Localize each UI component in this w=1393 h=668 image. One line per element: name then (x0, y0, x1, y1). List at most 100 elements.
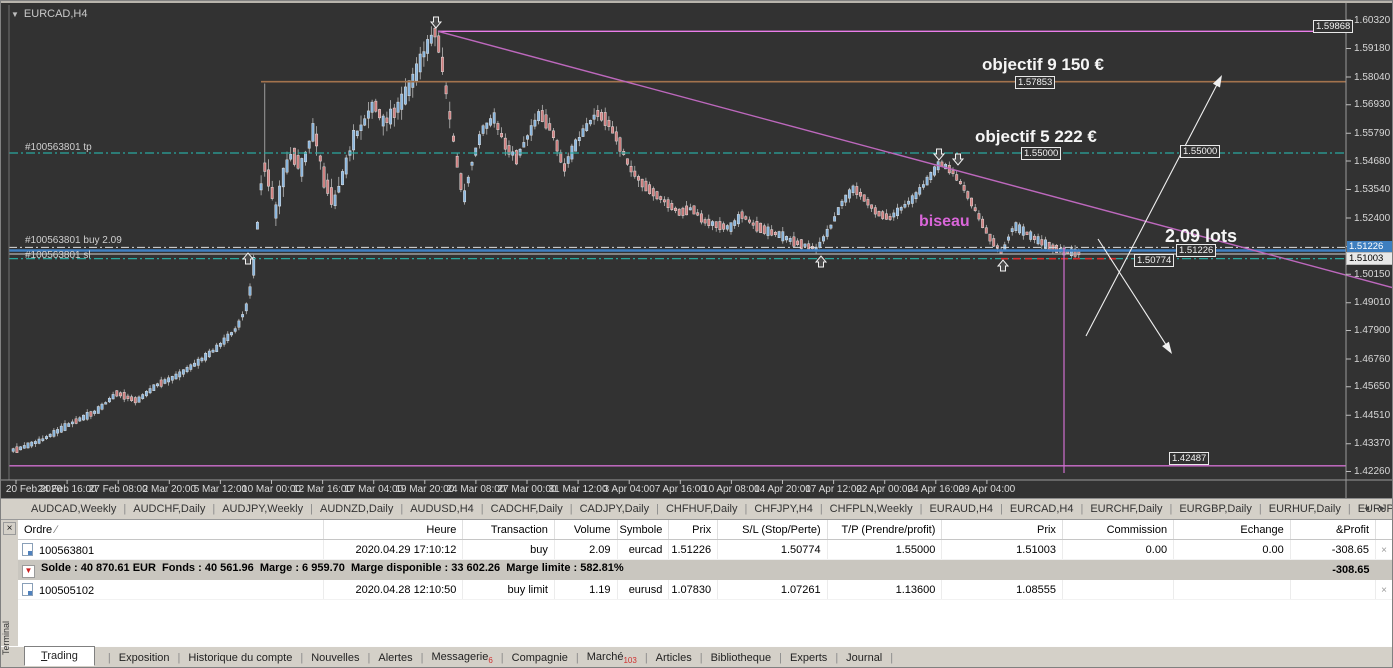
terminal-tab-nouvelles[interactable]: Nouvelles (311, 652, 359, 664)
time-tick-label: 27 Feb 08:00 (89, 484, 148, 495)
price-tick-label: 1.43370 (1354, 438, 1390, 449)
price-tick-label: 1.49010 (1354, 297, 1390, 308)
up-arrow-marker (243, 253, 253, 264)
close-order-icon[interactable]: × (1381, 585, 1387, 596)
tab-separator: | (400, 503, 403, 515)
tab-separator: | (779, 652, 782, 664)
symbol-tabs-scroll-arrows[interactable]: ◂ ▸ (1364, 503, 1389, 514)
price-tick-label: 1.47900 (1354, 325, 1390, 336)
time-tick-label: 17 Mar 04:00 (344, 484, 403, 495)
column-header[interactable]: Transaction (463, 520, 554, 540)
column-header[interactable]: &Profit (1290, 520, 1375, 540)
column-header[interactable]: T/P (Prendre/profit) (827, 520, 942, 540)
column-header[interactable]: Echange (1174, 520, 1291, 540)
level-label-bottom: 1.42487 (1169, 452, 1209, 465)
axis-marker-current-price: 1.51003 (1346, 252, 1393, 265)
tab-separator: | (421, 652, 424, 664)
time-tick-label: 24 Feb 16:00 (38, 484, 97, 495)
symbol-tab-chfhuf-daily[interactable]: CHFHUF,Daily (666, 503, 738, 515)
down-arrow-marker (934, 149, 944, 160)
terminal-tab-bibliotheque[interactable]: Bibliotheque (711, 652, 772, 664)
terminal-tab-articles[interactable]: Articles (656, 652, 692, 664)
column-header[interactable]: Commission (1062, 520, 1173, 540)
tab-separator: | (300, 652, 303, 664)
up-arrow-marker (816, 256, 826, 267)
price-tick-label: 1.56930 (1354, 99, 1390, 110)
symbol-tab-eurcad-h4[interactable]: EURCAD,H4 (1010, 503, 1074, 515)
terminal-tab-historique-du-compte[interactable]: Historique du compte (188, 652, 292, 664)
terminal-panel: Ordre ∕HeureTransactionVolumeSymbolePrix… (1, 519, 1393, 646)
tab-separator: | (656, 503, 659, 515)
tab-separator: | (1259, 503, 1262, 515)
column-header[interactable]: Volume (554, 520, 617, 540)
symbol-tab-chfjpy-h4[interactable]: CHFJPY,H4 (754, 503, 812, 515)
terminal-tab-alertes[interactable]: Alertes (378, 652, 412, 664)
price-tick-label: 1.45650 (1354, 381, 1390, 392)
chart-symbol-label: EURCAD,H4 (24, 8, 88, 20)
column-header[interactable]: Prix (669, 520, 718, 540)
price-tick-label: 1.60320 (1354, 15, 1390, 26)
symbol-tab-cadjpy-daily[interactable]: CADJPY,Daily (580, 503, 650, 515)
symbol-tab-eurchf-daily[interactable]: EURCHF,Daily (1090, 503, 1162, 515)
close-order-icon[interactable]: × (1381, 545, 1387, 556)
terminal-tab-trading[interactable]: Trading (24, 646, 95, 666)
terminal-tab-march-[interactable]: Marché103 (587, 651, 637, 665)
tab-separator: | (576, 652, 579, 664)
time-tick-label: 10 Apr 08:00 (703, 484, 760, 495)
chevron-down-icon: ▼ (11, 10, 19, 19)
price-tick-label: 1.50150 (1354, 269, 1390, 280)
order-label-tp: #100563801 tp (25, 142, 92, 153)
tab-separator: | (481, 503, 484, 515)
time-tick-label: 14 Apr 20:00 (754, 484, 811, 495)
tab-separator: | (310, 503, 313, 515)
tab-separator: | (368, 652, 371, 664)
column-header[interactable]: Symbole (617, 520, 669, 540)
symbol-tab-cadchf-daily[interactable]: CADCHF,Daily (491, 503, 563, 515)
level-label-tp-left: 1.55000 (1021, 147, 1061, 160)
symbol-tab-audusd-h4[interactable]: AUDUSD,H4 (410, 503, 474, 515)
order-row[interactable]: 1005051022020.04.28 12:10:50buy limit1.1… (18, 580, 1393, 600)
tab-separator: | (570, 503, 573, 515)
symbol-tab-eurgbp-daily[interactable]: EURGBP,Daily (1179, 503, 1252, 515)
terminal-tab-journal[interactable]: Journal (846, 652, 882, 664)
time-tick-label: 12 Mar 16:00 (293, 484, 352, 495)
sort-indicator-icon: ∕ (55, 524, 57, 536)
terminal-tab-exposition[interactable]: Exposition (119, 652, 170, 664)
price-tick-label: 1.59180 (1354, 43, 1390, 54)
price-tick-label: 1.42260 (1354, 466, 1390, 477)
symbol-tab-audcad-weekly[interactable]: AUDCAD,Weekly (31, 503, 116, 515)
down-arrow-marker (431, 17, 441, 28)
terminal-vertical-label: Terminal (1, 607, 15, 668)
balance-summary-text: Solde : 40 870.61 EUR Fonds : 40 561.96 … (41, 562, 624, 574)
time-tick-label: 10 Mar 00:00 (242, 484, 301, 495)
tab-separator: | (178, 652, 181, 664)
time-tick-label: 29 Apr 04:00 (959, 484, 1016, 495)
column-header[interactable]: S/L (Stop/Perte) (718, 520, 828, 540)
symbol-tab-chfpln-weekly[interactable]: CHFPLN,Weekly (830, 503, 913, 515)
time-tick-label: 3 Apr 04:00 (604, 484, 655, 495)
symbol-tab-audnzd-daily[interactable]: AUDNZD,Daily (320, 503, 393, 515)
symbol-tab-audchf-daily[interactable]: AUDCHF,Daily (133, 503, 205, 515)
terminal-tab-messagerie[interactable]: Messagerie6 (431, 651, 492, 665)
annotation-objectif-9150: objectif 9 150 € (981, 55, 1105, 75)
chart-title: ▼ EURCAD,H4 (11, 8, 88, 20)
column-header[interactable]: Prix (942, 520, 1063, 540)
symbol-tab-euraud-h4[interactable]: EURAUD,H4 (929, 503, 993, 515)
symbol-tab-eurhuf-daily[interactable]: EURHUF,Daily (1269, 503, 1341, 515)
column-header[interactable]: Ordre ∕ (18, 520, 324, 540)
tab-separator: | (645, 652, 648, 664)
order-document-icon (22, 583, 33, 596)
terminal-tab-experts[interactable]: Experts (790, 652, 827, 664)
column-header[interactable]: Heure (324, 520, 463, 540)
terminal-close-button[interactable]: × (3, 522, 16, 535)
order-row[interactable]: 1005638012020.04.29 17:10:12buy2.09eurca… (18, 540, 1393, 560)
symbol-tab-audjpy-weekly[interactable]: AUDJPY,Weekly (222, 503, 303, 515)
terminal-tab-compagnie[interactable]: Compagnie (512, 652, 568, 664)
tab-separator: | (744, 503, 747, 515)
tab-separator: | (835, 652, 838, 664)
tab-badge: 6 (488, 656, 492, 665)
time-tick-label: 5 Mar 12:00 (194, 484, 247, 495)
column-header-empty (1376, 520, 1393, 540)
axis-marker-ask: 1.51226 (1347, 241, 1393, 252)
level-label-sl: 1.50774 (1134, 254, 1174, 267)
